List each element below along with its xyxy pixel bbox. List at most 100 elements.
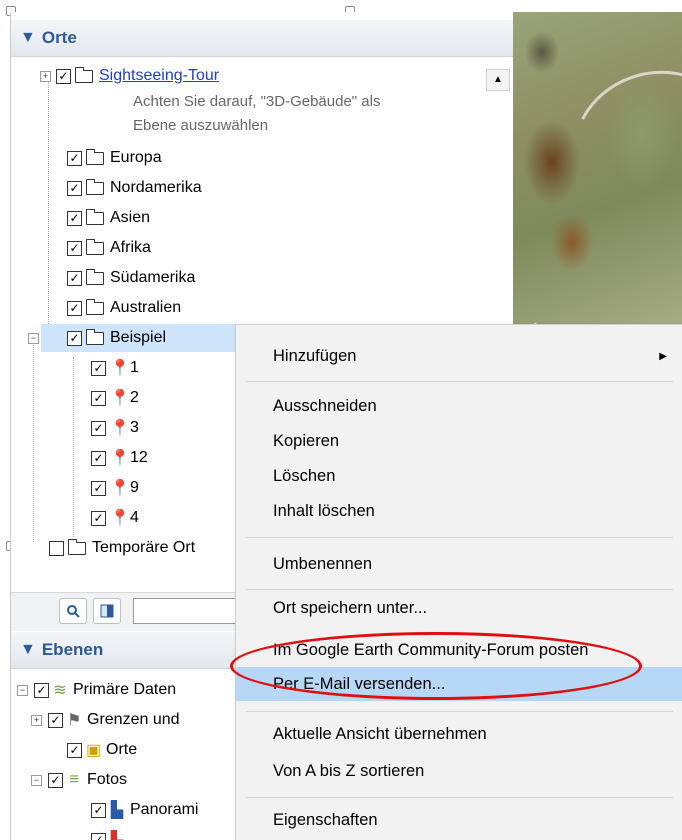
tree-item-temporary-places[interactable]: Temporäre Ort — [49, 534, 195, 562]
menu-item-rename[interactable]: Umbenennen — [236, 547, 682, 581]
folder-icon — [86, 298, 104, 315]
layer-item-partial[interactable]: ✓ ▙ — [91, 826, 130, 840]
tree-item-label: Nordamerika — [110, 179, 202, 196]
checkbox[interactable]: ✓ — [67, 180, 82, 196]
placemark-label: 12 — [130, 449, 148, 466]
google-earth-window: ▼ Orte ▲ + ✓ Sightseeing-Tour Achten Sie… — [0, 0, 682, 840]
places-header[interactable]: ▼ Orte — [11, 20, 513, 57]
tree-item-placemark[interactable]: ✓ 📍 12 — [91, 444, 148, 472]
tree-item-asien[interactable]: ✓ Asien — [67, 204, 150, 232]
checkbox[interactable]: ✓ — [91, 360, 106, 376]
places-header-title: Orte — [41, 28, 77, 47]
checkbox[interactable]: ✓ — [67, 240, 82, 256]
checkbox[interactable]: ✓ — [56, 68, 71, 84]
yellow-pushpin-icon: 📍 — [110, 360, 130, 377]
panel-toggle-button[interactable] — [93, 598, 121, 624]
tree-item-label: Asien — [110, 209, 151, 226]
open-folder-icon — [86, 328, 104, 345]
sightseeing-description-line1: Achten Sie darauf, "3D-Gebäude" als — [133, 93, 381, 110]
checkbox-unchecked[interactable] — [49, 540, 64, 556]
yellow-pushpin-icon: 📍 — [110, 480, 130, 497]
folder-icon — [86, 238, 104, 255]
checkbox[interactable]: ✓ — [48, 712, 63, 728]
layer-item-borders[interactable]: + ✓ ⚑ Grenzen und — [31, 706, 180, 734]
menu-item-label: Hinzufügen — [273, 346, 357, 365]
checkbox[interactable]: ✓ — [91, 832, 106, 840]
tree-item-australien[interactable]: ✓ Australien — [67, 294, 181, 322]
checkbox[interactable]: ✓ — [91, 480, 106, 496]
expand-plus-icon[interactable]: + — [31, 714, 42, 726]
layers-stack-icon: ≋ — [53, 682, 67, 699]
checkbox[interactable]: ✓ — [48, 772, 63, 788]
menu-item-label: Ausschneiden — [273, 396, 377, 415]
layer-item-photos[interactable]: − ✓ ≡ Fotos — [31, 766, 127, 794]
places-filter-input[interactable] — [133, 598, 245, 624]
photo-icon: ▙ — [110, 830, 124, 840]
menu-item-label: Aktuelle Ansicht übernehmen — [273, 724, 487, 743]
submenu-arrow-icon: ▶ — [659, 350, 667, 362]
layer-label: Primäre Daten — [73, 681, 177, 698]
tree-item-europa[interactable]: ✓ Europa — [67, 144, 162, 172]
checkbox[interactable]: ✓ — [91, 510, 106, 526]
checkbox[interactable]: ✓ — [67, 300, 82, 316]
folder-icon — [86, 208, 104, 225]
menu-item-label: Ort speichern unter... — [273, 598, 428, 617]
collapse-minus-icon[interactable]: − — [17, 684, 28, 696]
menu-item-take-current-view[interactable]: Aktuelle Ansicht übernehmen — [236, 717, 682, 751]
checkbox[interactable]: ✓ — [67, 742, 82, 758]
sightseeing-description-line2: Ebene auszuwählen — [133, 117, 269, 134]
satellite-map-view[interactable] — [512, 12, 682, 332]
tree-item-placemark[interactable]: ✓ 📍 9 — [91, 474, 139, 502]
search-button[interactable] — [59, 598, 87, 624]
collapse-triangle-icon[interactable]: ▼ — [20, 641, 36, 659]
layer-item-primary[interactable]: − ✓ ≋ Primäre Daten — [17, 676, 176, 704]
flag-icon: ⚑ — [67, 712, 82, 729]
collapse-triangle-icon[interactable]: ▼ — [20, 29, 36, 47]
place-label-icon: ▣ — [86, 742, 102, 759]
checkbox[interactable]: ✓ — [91, 390, 106, 406]
scrollbar-up-arrow[interactable]: ▲ — [486, 69, 510, 91]
checkbox[interactable]: ✓ — [34, 682, 49, 698]
tree-item-placemark[interactable]: ✓ 📍 4 — [91, 504, 139, 532]
green-pushpin-icon: 📍 — [110, 420, 130, 437]
expand-plus-icon[interactable]: + — [40, 71, 51, 82]
placemark-label: 9 — [130, 479, 139, 496]
tree-item-placemark[interactable]: ✓ 📍 1 — [91, 354, 139, 382]
menu-item-sort-a-z[interactable]: Von A bis Z sortieren — [236, 754, 682, 788]
checkbox[interactable]: ✓ — [67, 210, 82, 226]
tree-item-placemark[interactable]: ✓ 📍 3 — [91, 414, 139, 442]
checkbox[interactable]: ✓ — [67, 330, 82, 346]
tree-item-sightseeing-tour[interactable]: + ✓ Sightseeing-Tour — [40, 62, 219, 90]
context-menu: Hinzufügen ▶ Ausschneiden Kopieren Lösch… — [235, 324, 682, 840]
tree-item-label: Beispiel — [110, 329, 167, 346]
tree-item-suedamerika[interactable]: ✓ Südamerika — [67, 264, 195, 292]
checkbox[interactable]: ✓ — [67, 150, 82, 166]
layer-item-panoramio[interactable]: ✓ ▙ Panorami — [91, 796, 198, 824]
menu-item-label: Umbenennen — [273, 554, 373, 573]
layer-item-places[interactable]: ✓ ▣ Orte — [67, 736, 137, 764]
collapse-minus-icon[interactable]: − — [28, 333, 39, 344]
menu-item-save-place-as[interactable]: Ort speichern unter... — [236, 591, 682, 625]
photos-icon: ≡ — [69, 771, 79, 788]
sightseeing-tour-link[interactable]: Sightseeing-Tour — [99, 67, 219, 85]
menu-item-delete[interactable]: Löschen — [236, 459, 682, 493]
menu-item-copy[interactable]: Kopieren — [236, 424, 682, 458]
tree-item-placemark[interactable]: ✓ 📍 2 — [91, 384, 139, 412]
menu-item-delete-contents[interactable]: Inhalt löschen — [236, 494, 682, 528]
checkbox[interactable]: ✓ — [91, 802, 106, 818]
split-view-icon — [100, 604, 114, 618]
folder-icon — [75, 66, 93, 83]
menu-item-add[interactable]: Hinzufügen ▶ — [236, 339, 682, 373]
tree-item-nordamerika[interactable]: ✓ Nordamerika — [67, 174, 202, 202]
tree-item-afrika[interactable]: ✓ Afrika — [67, 234, 151, 262]
checkbox[interactable]: ✓ — [91, 420, 106, 436]
layer-label: Panorami — [130, 801, 199, 818]
checkbox[interactable]: ✓ — [91, 450, 106, 466]
collapse-minus-icon[interactable]: − — [31, 774, 42, 786]
placemark-label: 4 — [130, 509, 139, 526]
yellow-pushpin-icon: 📍 — [110, 510, 130, 527]
checkbox[interactable]: ✓ — [67, 270, 82, 286]
search-icon — [67, 605, 80, 618]
menu-item-properties[interactable]: Eigenschaften — [236, 803, 682, 837]
menu-item-cut[interactable]: Ausschneiden — [236, 389, 682, 423]
